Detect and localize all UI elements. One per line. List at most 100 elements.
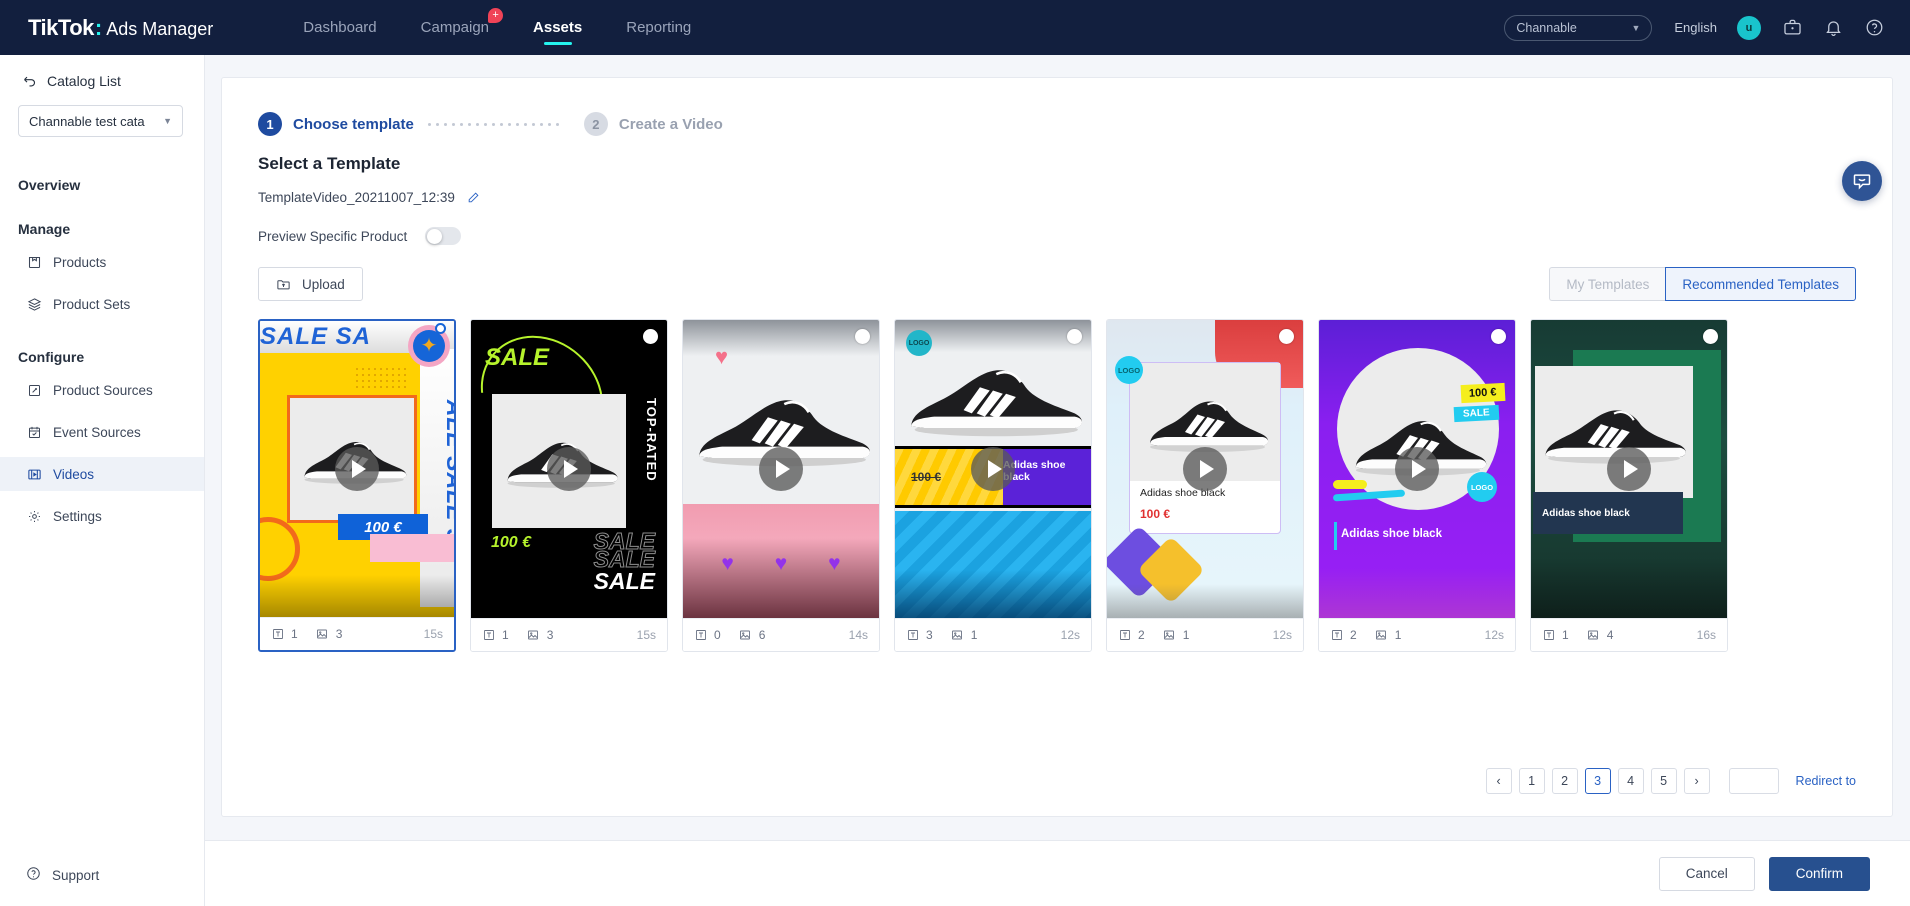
card6-title-tick <box>1334 522 1337 550</box>
text-layer-icon <box>1542 629 1555 642</box>
toggle-knob <box>427 229 442 244</box>
template-source-tabs: My Templates Recommended Templates <box>1549 267 1856 301</box>
selection-dot-icon[interactable] <box>855 329 870 344</box>
selection-dot-icon[interactable] <box>1491 329 1506 344</box>
card4-title-block: Adidas shoe black <box>1003 449 1091 505</box>
pagination-page-2[interactable]: 2 <box>1552 768 1578 794</box>
help-circle-icon[interactable] <box>1865 18 1884 37</box>
catalog-selector[interactable]: Channable test cata ▼ <box>18 105 183 137</box>
upload-button[interactable]: Upload <box>258 267 363 301</box>
sidebar-group-manage-label: Manage <box>18 221 70 237</box>
step-create-video[interactable]: 2 Create a Video <box>584 112 723 136</box>
confirm-button[interactable]: Confirm <box>1769 857 1870 891</box>
template-card-5[interactable]: LOGO <box>1106 319 1304 652</box>
chevron-down-icon: ▼ <box>1631 23 1640 33</box>
sidebar-item-product-sets[interactable]: Product Sets <box>0 287 204 321</box>
sidebar-item-settings[interactable]: Settings <box>0 499 204 533</box>
sidebar-overview[interactable]: Overview <box>0 177 204 193</box>
chat-support-button[interactable] <box>1842 161 1882 201</box>
nav-item-dashboard[interactable]: Dashboard <box>281 0 398 55</box>
play-button-3[interactable] <box>759 447 803 491</box>
upload-folder-icon <box>276 277 291 292</box>
selection-dot-icon[interactable] <box>1279 329 1294 344</box>
pagination-page-5[interactable]: 5 <box>1651 768 1677 794</box>
play-button-4[interactable] <box>971 447 1015 491</box>
card6-yellow-bar <box>1333 480 1367 489</box>
sidebar-item-event-sources[interactable]: Event Sources <box>0 415 204 449</box>
pagination-redirect-label[interactable]: Redirect to <box>1796 774 1856 788</box>
selection-dot-icon[interactable] <box>1067 329 1082 344</box>
sidebar-item-videos[interactable]: Videos <box>0 457 204 491</box>
sidebar-item-products[interactable]: Products <box>0 245 204 279</box>
template-thumbnail-5: LOGO <box>1107 320 1303 618</box>
image-layer-count-1: 3 <box>336 627 343 641</box>
nav-item-assets[interactable]: Assets <box>511 0 604 55</box>
text-layer-icon <box>1330 629 1343 642</box>
preview-specific-product-row: Preview Specific Product <box>222 205 1892 245</box>
brand-logo[interactable]: TikTok:Ads Manager <box>28 15 213 41</box>
language-label: English <box>1674 20 1717 35</box>
play-button-2[interactable] <box>547 447 591 491</box>
sidebar-item-product-sets-label: Product Sets <box>53 297 130 312</box>
template-card-6[interactable]: 100 € SALE LOGO Adidas shoe black <box>1318 319 1516 652</box>
text-layer-count-4: 3 <box>926 628 933 642</box>
tab-recommended-templates[interactable]: Recommended Templates <box>1665 267 1856 301</box>
source-icon <box>26 382 42 398</box>
selection-dot-icon[interactable] <box>643 329 658 344</box>
briefcase-icon[interactable] <box>1783 18 1802 37</box>
selection-dot-icon[interactable] <box>435 323 446 334</box>
template-card-7[interactable]: Adidas shoe black 1 4 <box>1530 319 1728 652</box>
pagination-page-3[interactable]: 3 <box>1585 768 1611 794</box>
pagination-page-4[interactable]: 4 <box>1618 768 1644 794</box>
image-layer-count-7: 4 <box>1607 628 1614 642</box>
pagination-page-1[interactable]: 1 <box>1519 768 1545 794</box>
sidebar-item-support[interactable]: Support <box>0 866 99 884</box>
text-layer-count-2: 1 <box>502 628 509 642</box>
nav-item-reporting[interactable]: Reporting <box>604 0 713 55</box>
template-thumbnail-6: 100 € SALE LOGO Adidas shoe black <box>1319 320 1515 618</box>
bell-icon[interactable] <box>1824 18 1843 37</box>
template-card-3[interactable]: ♥ <box>682 319 880 652</box>
sidebar-group-configure: Configure <box>0 349 204 365</box>
edit-pencil-icon[interactable] <box>467 191 480 204</box>
sidebar-item-product-sources[interactable]: Product Sources <box>0 373 204 407</box>
sidebar-back-catalog-list[interactable]: Catalog List <box>0 55 204 89</box>
text-layer-count-5: 2 <box>1138 628 1145 642</box>
step-1-number: 1 <box>258 112 282 136</box>
upload-button-label: Upload <box>302 277 345 292</box>
image-layer-icon <box>1375 629 1388 642</box>
duration-7: 16s <box>1697 628 1716 642</box>
pagination-prev[interactable]: ‹ <box>1486 768 1512 794</box>
play-button-5[interactable] <box>1183 447 1227 491</box>
tab-my-templates-label: My Templates <box>1566 277 1649 292</box>
sidebar: Catalog List Channable test cata ▼ Overv… <box>0 55 205 906</box>
preview-specific-product-toggle[interactable] <box>425 227 461 245</box>
template-card-2[interactable]: SALE TOP-RATE <box>470 319 668 652</box>
play-button-7[interactable] <box>1607 447 1651 491</box>
card4-price-struck: 100 € <box>911 470 941 484</box>
calendar-icon <box>26 424 42 440</box>
template-card-4[interactable]: LOGO <box>894 319 1092 652</box>
card2-price-tag: 100 € <box>491 534 531 552</box>
pagination-jump-input[interactable] <box>1729 768 1779 794</box>
sidebar-item-settings-label: Settings <box>53 509 102 524</box>
play-button-1[interactable] <box>335 447 379 491</box>
step-choose-template[interactable]: 1 Choose template <box>258 112 414 136</box>
selection-dot-icon[interactable] <box>1703 329 1718 344</box>
card4-product-image <box>895 348 1091 446</box>
card6-price-tag: 100 € <box>1461 383 1505 403</box>
nav-label-reporting: Reporting <box>626 19 691 36</box>
play-button-6[interactable] <box>1395 447 1439 491</box>
help-circle-icon <box>26 866 41 884</box>
pagination-next[interactable]: › <box>1684 768 1710 794</box>
card6-logo-badge: LOGO <box>1467 472 1497 502</box>
language-selector[interactable]: English <box>1674 20 1717 35</box>
cancel-button[interactable]: Cancel <box>1659 857 1755 891</box>
template-name-row: TemplateVideo_20211007_12:39 <box>222 174 1892 205</box>
tab-my-templates[interactable]: My Templates <box>1549 267 1665 301</box>
avatar[interactable]: u <box>1737 16 1761 40</box>
template-card-1[interactable]: SALE SA ALE SALE S <box>258 319 456 652</box>
sidebar-overview-label: Overview <box>18 177 80 193</box>
nav-item-campaign[interactable]: Campaign + <box>399 0 511 55</box>
account-selector[interactable]: Channable ▼ <box>1504 15 1652 41</box>
